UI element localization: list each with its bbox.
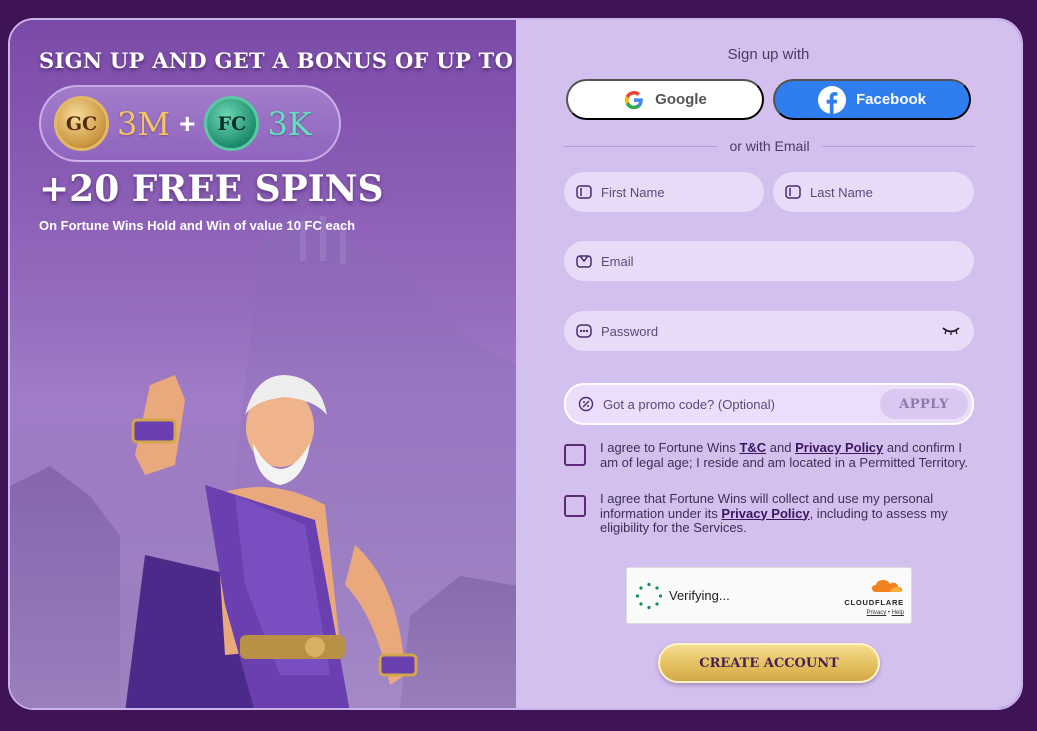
terms-text-and: and	[766, 440, 796, 455]
cloudflare-privacy-link[interactable]: Privacy	[867, 610, 887, 616]
or-email-label: or with Email	[729, 138, 810, 154]
google-signup-button[interactable]: Google	[566, 79, 764, 120]
promo-code-input[interactable]	[603, 396, 871, 412]
facebook-icon	[817, 85, 846, 114]
promo-code-field[interactable]: APPLY	[564, 383, 974, 425]
privacy-agreement: I agree that Fortune Wins will collect a…	[564, 491, 974, 536]
google-label: Google	[655, 91, 707, 108]
divider-line-right	[821, 145, 976, 147]
captcha-status: Verifying...	[669, 588, 730, 603]
apply-promo-button[interactable]: APPLY	[880, 389, 968, 419]
signup-form-panel: Sign up with Google Facebook or with Ema…	[516, 20, 1021, 708]
email-field[interactable]	[564, 241, 974, 281]
promo-tag-icon	[578, 396, 594, 412]
divider-line-left	[564, 145, 718, 147]
terms-text-start: I agree to Fortune Wins	[600, 440, 740, 455]
eye-closed-icon[interactable]	[942, 326, 960, 336]
terms-text: I agree to Fortune Wins T&C and Privacy …	[600, 440, 974, 470]
cloudflare-links: Privacy • Help	[844, 610, 904, 616]
password-field[interactable]	[564, 311, 974, 351]
promo-panel: SIGN UP AND GET A BONUS OF UP TO GC 3M +…	[10, 20, 516, 708]
first-name-input[interactable]	[601, 184, 777, 200]
google-icon	[623, 89, 645, 111]
privacy-policy-link-2[interactable]: Privacy Policy	[721, 506, 809, 521]
privacy-policy-link[interactable]: Privacy Policy	[795, 440, 883, 455]
cloudflare-help-link[interactable]: Help	[892, 610, 904, 616]
create-account-button[interactable]: CREATE ACCOUNT	[658, 643, 880, 683]
free-spins-title: +20 FREE SPINS	[39, 168, 384, 210]
cloudflare-captcha-widget[interactable]: Verifying... CLOUDFLARE Privacy • Help	[626, 567, 912, 624]
mail-icon	[576, 253, 592, 269]
email-input[interactable]	[601, 253, 974, 269]
privacy-text: I agree that Fortune Wins will collect a…	[600, 491, 974, 536]
terms-agreement: I agree to Fortune Wins T&C and Privacy …	[564, 440, 974, 470]
first-name-field[interactable]	[564, 172, 777, 212]
bonus-currency-pill: GC 3M + FC 3K	[39, 85, 341, 162]
zeus-character-illustration	[125, 375, 418, 708]
fc-coin-icon: FC	[204, 96, 260, 151]
cloudflare-icon	[870, 577, 904, 593]
free-spins-subtitle: On Fortune Wins Hold and Win of value 10…	[39, 218, 356, 233]
last-name-input[interactable]	[810, 184, 986, 200]
id-card-icon	[785, 185, 801, 199]
gc-amount: 3M	[117, 104, 171, 143]
or-email-divider: or with Email	[564, 138, 976, 154]
fc-amount: 3K	[267, 104, 312, 143]
tc-link[interactable]: T&C	[739, 440, 766, 455]
cloudflare-branding: CLOUDFLARE Privacy • Help	[844, 577, 904, 616]
password-icon	[576, 324, 592, 338]
last-name-field[interactable]	[773, 172, 986, 212]
facebook-signup-button[interactable]: Facebook	[773, 79, 971, 120]
password-input[interactable]	[601, 323, 933, 339]
terms-checkbox[interactable]	[564, 444, 586, 466]
promo-headline: SIGN UP AND GET A BONUS OF UP TO	[39, 48, 514, 73]
facebook-label: Facebook	[855, 91, 927, 108]
privacy-checkbox[interactable]	[564, 495, 586, 517]
signup-with-label: Sign up with	[727, 46, 810, 63]
plus-sign: +	[179, 107, 196, 139]
signup-modal: SIGN UP AND GET A BONUS OF UP TO GC 3M +…	[8, 18, 1023, 710]
id-card-icon	[576, 185, 592, 199]
spinner-icon	[635, 582, 663, 610]
gc-coin-icon: GC	[54, 96, 109, 151]
cloudflare-wordmark: CLOUDFLARE	[844, 598, 904, 607]
